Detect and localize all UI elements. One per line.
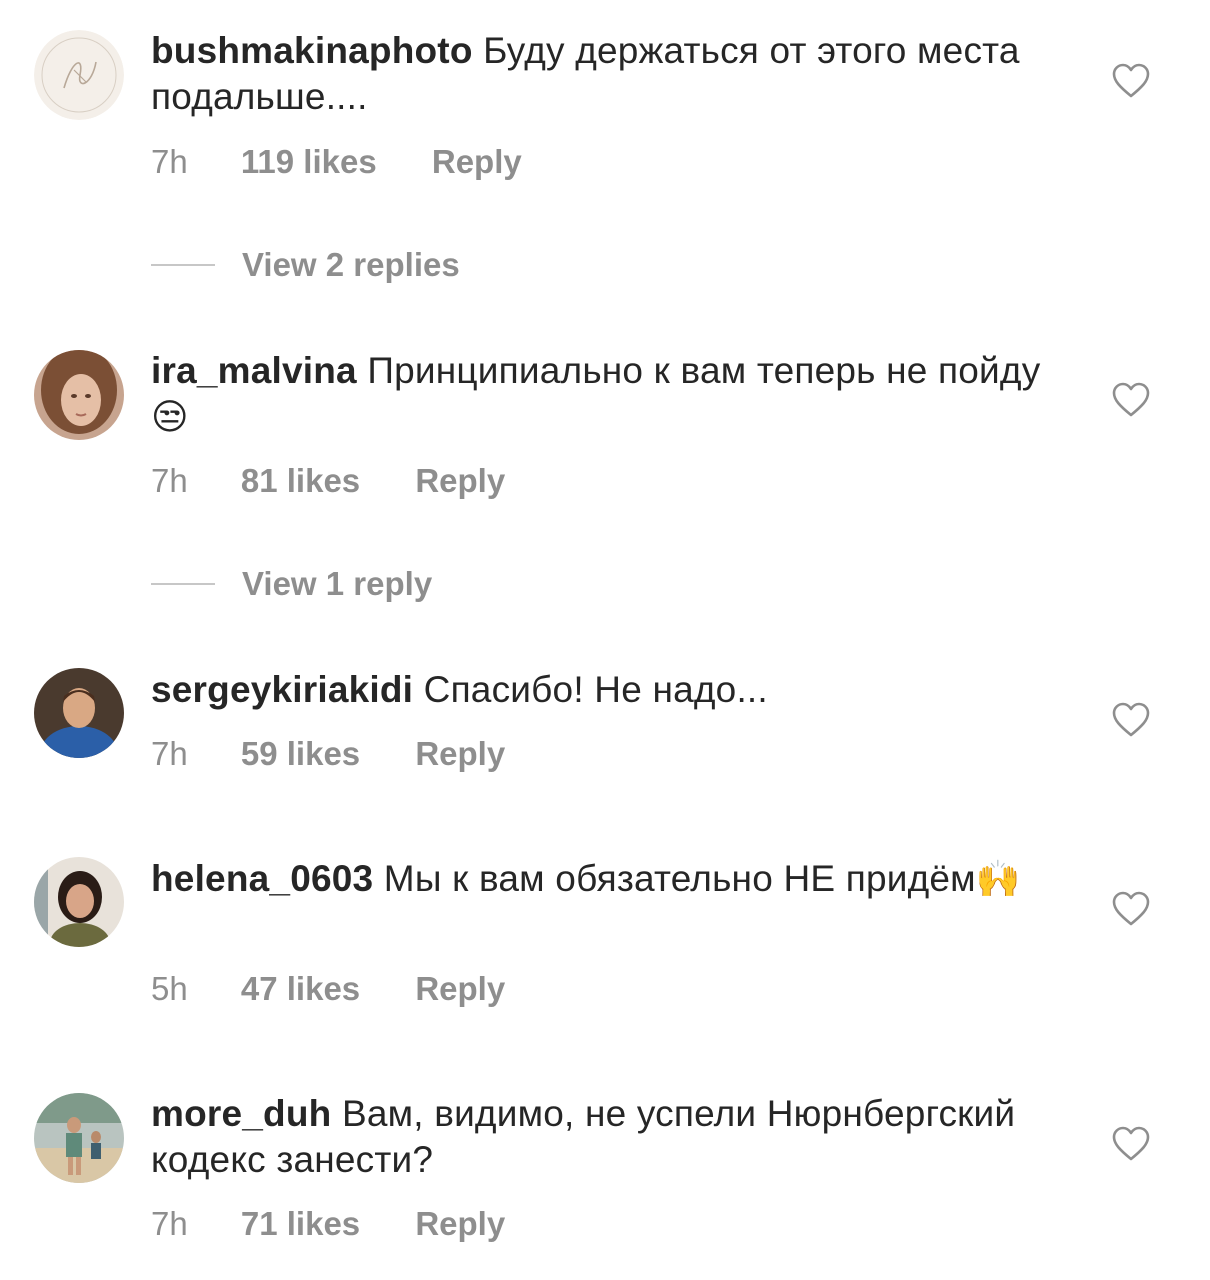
heart-outline-icon[interactable] xyxy=(1112,1126,1150,1162)
comment-meta: 7h 59 likes Reply xyxy=(151,735,505,773)
avatar[interactable] xyxy=(34,1093,124,1183)
comment-time: 7h xyxy=(151,735,188,772)
comment-username[interactable]: helena_0603 xyxy=(151,858,373,899)
comment-message: Мы к вам обязательно НЕ придём xyxy=(383,858,976,899)
likes-count[interactable]: 71 likes xyxy=(241,1205,360,1243)
comment-text: helena_0603 Мы к вам обязательно НЕ прид… xyxy=(151,856,1051,903)
comment-text: more_duh Вам, видимо, не успели Нюрнберг… xyxy=(151,1091,1051,1183)
view-replies-button[interactable]: View 2 replies xyxy=(151,246,460,284)
comment-text: bushmakinaphoto Буду держаться от этого … xyxy=(151,28,1051,120)
unamused-face-emoji: 😒 xyxy=(151,397,189,438)
comment-time: 7h xyxy=(151,143,188,180)
likes-count[interactable]: 59 likes xyxy=(241,735,360,773)
raising-hands-emoji: 🙌 xyxy=(975,859,1021,900)
comment-meta: 7h 71 likes Reply xyxy=(151,1205,505,1243)
comment-meta: 5h 47 likes Reply xyxy=(151,970,505,1008)
avatar[interactable] xyxy=(34,857,124,947)
comment-meta: 7h 81 likes Reply xyxy=(151,462,505,500)
reply-button[interactable]: Reply xyxy=(432,143,522,181)
comment-time: 7h xyxy=(151,1205,188,1242)
replies-divider xyxy=(151,264,215,266)
reply-button[interactable]: Reply xyxy=(415,735,505,773)
avatar[interactable] xyxy=(34,350,124,440)
reply-button[interactable]: Reply xyxy=(415,1205,505,1243)
comment-text: ira_malvina Принципиально к вам теперь н… xyxy=(151,348,1051,441)
view-replies-label: View 2 replies xyxy=(242,246,460,283)
likes-count[interactable]: 47 likes xyxy=(241,970,360,1008)
comment-message: Принципиально к вам теперь не пойду xyxy=(367,350,1041,391)
comment-username[interactable]: ira_malvina xyxy=(151,350,357,391)
comment-time: 7h xyxy=(151,462,188,499)
comment-username[interactable]: bushmakinaphoto xyxy=(151,30,473,71)
avatar[interactable] xyxy=(34,668,124,758)
comment-text: sergeykiriakidi Спасибо! Не надо... xyxy=(151,667,1051,713)
heart-outline-icon[interactable] xyxy=(1112,382,1150,418)
view-replies-label: View 1 reply xyxy=(242,565,433,602)
heart-outline-icon[interactable] xyxy=(1112,891,1150,927)
likes-count[interactable]: 81 likes xyxy=(241,462,360,500)
comment-username[interactable]: more_duh xyxy=(151,1093,331,1134)
avatar[interactable] xyxy=(34,30,124,120)
replies-divider xyxy=(151,583,215,585)
comment-meta: 7h 119 likes Reply xyxy=(151,143,522,181)
comment-time: 5h xyxy=(151,970,188,1007)
likes-count[interactable]: 119 likes xyxy=(241,143,377,181)
reply-button[interactable]: Reply xyxy=(415,970,505,1008)
heart-outline-icon[interactable] xyxy=(1112,702,1150,738)
comment-message: Спасибо! Не надо... xyxy=(423,669,768,710)
view-replies-button[interactable]: View 1 reply xyxy=(151,565,432,603)
reply-button[interactable]: Reply xyxy=(415,462,505,500)
heart-outline-icon[interactable] xyxy=(1112,63,1150,99)
comment-username[interactable]: sergeykiriakidi xyxy=(151,669,413,710)
